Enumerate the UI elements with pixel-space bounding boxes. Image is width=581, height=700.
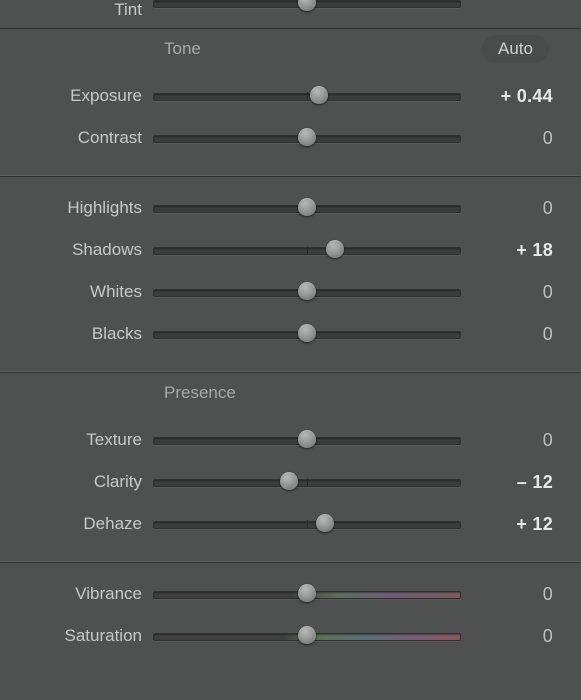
tone-header: Tone Auto (0, 39, 581, 69)
whites-row: Whites 0 (0, 271, 581, 313)
highlights-label: Highlights (0, 198, 153, 218)
exposure-thumb[interactable] (310, 86, 328, 104)
presence-header: Presence (0, 383, 581, 413)
dehaze-row: Dehaze + 12 (0, 503, 581, 545)
whites-label: Whites (0, 282, 153, 302)
highlights-row: Highlights 0 (0, 187, 581, 229)
contrast-label: Contrast (0, 128, 153, 148)
blacks-row: Blacks 0 (0, 313, 581, 355)
saturation-value[interactable]: 0 (461, 626, 553, 647)
contrast-thumb[interactable] (298, 128, 316, 146)
vibrance-row: Vibrance 0 (0, 573, 581, 615)
tint-slider[interactable] (153, 0, 461, 22)
shadows-row: Shadows + 18 (0, 229, 581, 271)
clarity-thumb[interactable] (280, 472, 298, 490)
tone-title: Tone (164, 39, 201, 59)
shadows-label: Shadows (0, 240, 153, 260)
dehaze-thumb[interactable] (316, 514, 334, 532)
highlights-value[interactable]: 0 (461, 198, 553, 219)
clarity-label: Clarity (0, 472, 153, 492)
exposure-value[interactable]: + 0.44 (461, 86, 553, 107)
vibrance-slider[interactable] (153, 583, 461, 605)
develop-panel: { "top_row": { "label": "Tint", "value":… (0, 0, 581, 700)
color-section: Vibrance 0 Saturation 0 (0, 562, 581, 673)
saturation-label: Saturation (0, 626, 153, 646)
blacks-label: Blacks (0, 324, 153, 344)
saturation-slider[interactable] (153, 625, 461, 647)
contrast-value[interactable]: 0 (461, 128, 553, 149)
clarity-row: Clarity – 12 (0, 461, 581, 503)
dehaze-slider[interactable] (153, 513, 461, 535)
auto-button[interactable]: Auto (482, 35, 549, 63)
tint-row: Tint 0 (0, 0, 581, 20)
saturation-thumb[interactable] (298, 626, 316, 644)
clarity-slider[interactable] (153, 471, 461, 493)
whites-value[interactable]: 0 (461, 282, 553, 303)
texture-row: Texture 0 (0, 419, 581, 461)
vibrance-value[interactable]: 0 (461, 584, 553, 605)
texture-label: Texture (0, 430, 153, 450)
tint-label: Tint (0, 0, 153, 20)
whites-slider[interactable] (153, 281, 461, 303)
blacks-thumb[interactable] (298, 324, 316, 342)
whites-thumb[interactable] (298, 282, 316, 300)
texture-value[interactable]: 0 (461, 430, 553, 451)
dehaze-value[interactable]: + 12 (461, 514, 553, 535)
presence-section: Presence Texture 0 Clarity – 12 Dehaze (0, 372, 581, 562)
exposure-row: Exposure + 0.44 (0, 75, 581, 117)
shadows-slider[interactable] (153, 239, 461, 261)
contrast-row: Contrast 0 (0, 117, 581, 159)
tone-section: Tone Auto Exposure + 0.44 Contrast 0 (0, 28, 581, 176)
blacks-value[interactable]: 0 (461, 324, 553, 345)
dehaze-label: Dehaze (0, 514, 153, 534)
clarity-value[interactable]: – 12 (461, 472, 553, 493)
texture-slider[interactable] (153, 429, 461, 451)
vibrance-label: Vibrance (0, 584, 153, 604)
vibrance-thumb[interactable] (298, 584, 316, 602)
saturation-row: Saturation 0 (0, 615, 581, 657)
shadows-value[interactable]: + 18 (461, 240, 553, 261)
shadows-thumb[interactable] (326, 240, 344, 258)
exposure-label: Exposure (0, 86, 153, 106)
highlights-thumb[interactable] (298, 198, 316, 216)
exposure-slider[interactable] (153, 85, 461, 107)
highlights-slider[interactable] (153, 197, 461, 219)
tint-thumb[interactable] (298, 0, 316, 11)
presence-title: Presence (164, 383, 236, 403)
blacks-slider[interactable] (153, 323, 461, 345)
contrast-slider[interactable] (153, 127, 461, 149)
tone-detail-section: Highlights 0 Shadows + 18 Whites 0 Bla (0, 176, 581, 372)
texture-thumb[interactable] (298, 430, 316, 448)
